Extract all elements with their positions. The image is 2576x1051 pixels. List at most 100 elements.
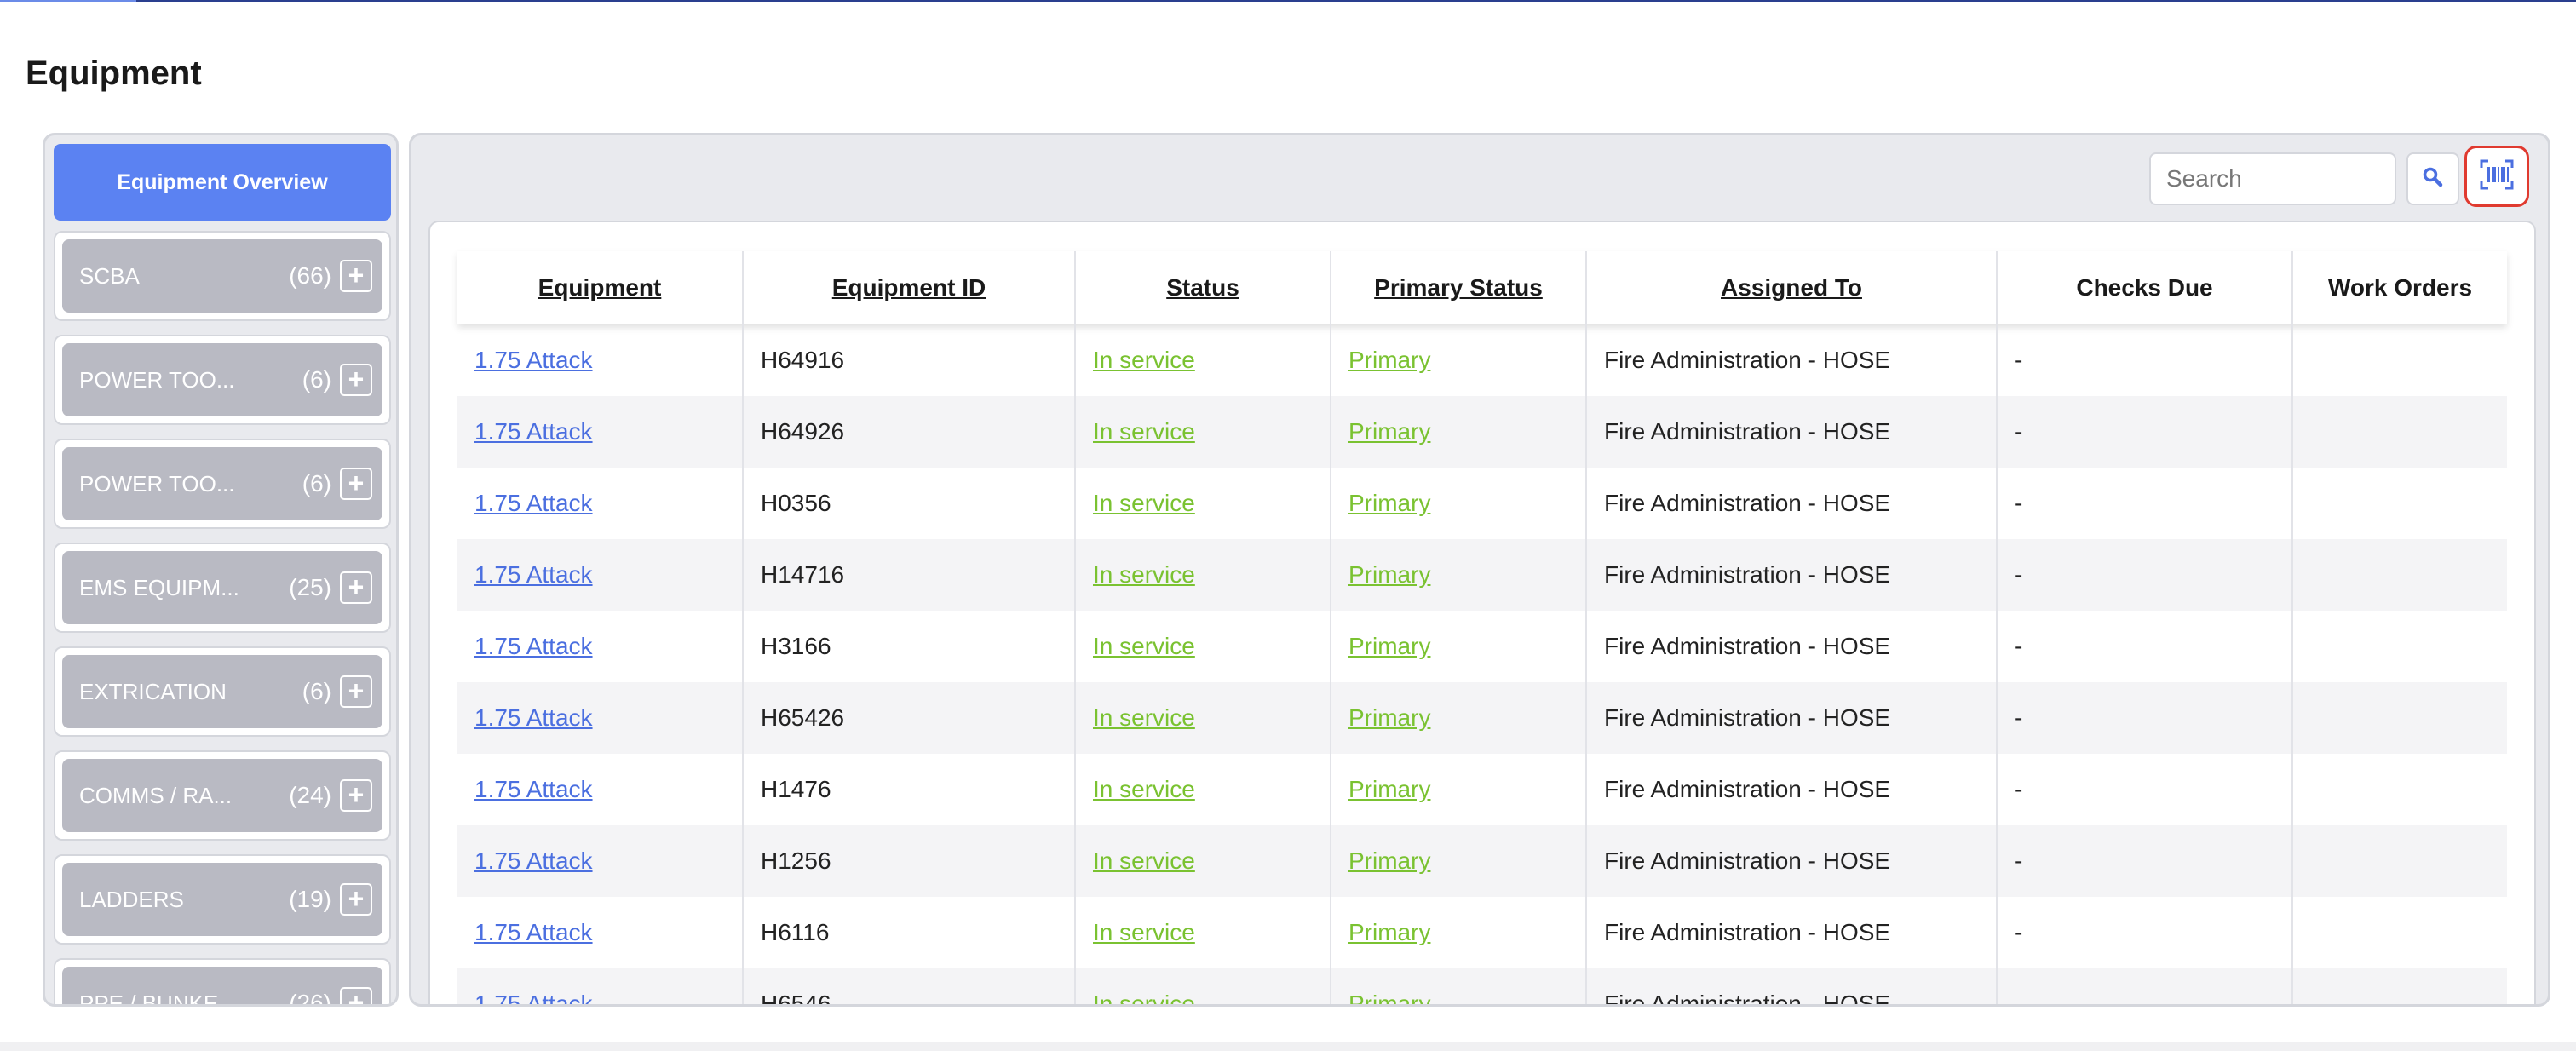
equipment-id-cell: H0356 bbox=[761, 490, 831, 516]
column-header-equipment[interactable]: Equipment bbox=[457, 251, 744, 324]
category-tile[interactable]: POWER TOO... (6) + bbox=[62, 343, 382, 416]
table-cell bbox=[2292, 825, 2507, 897]
category-card[interactable]: SCBA (66) + bbox=[54, 231, 391, 321]
equipment-link[interactable]: 1.75 Attack bbox=[474, 704, 593, 731]
primary-status-link[interactable]: Primary bbox=[1348, 919, 1430, 945]
category-card[interactable]: POWER TOO... (6) + bbox=[54, 335, 391, 425]
table-cell bbox=[2292, 968, 2507, 1004]
equipment-link[interactable]: 1.75 Attack bbox=[474, 633, 593, 659]
checks-due-cell: - bbox=[2015, 919, 2023, 945]
status-link[interactable]: In service bbox=[1093, 633, 1195, 659]
table-cell: Primary bbox=[1331, 539, 1587, 611]
search-input[interactable] bbox=[2149, 152, 2396, 205]
category-card[interactable]: COMMS / RA... (24) + bbox=[54, 750, 391, 841]
equipment-id-cell: H6116 bbox=[761, 919, 830, 945]
search-button[interactable] bbox=[2406, 152, 2459, 205]
equipment-link[interactable]: 1.75 Attack bbox=[474, 776, 593, 802]
equipment-link[interactable]: 1.75 Attack bbox=[474, 561, 593, 588]
category-card[interactable]: PPE / BUNKE... (26) + bbox=[54, 958, 391, 1004]
status-link[interactable]: In service bbox=[1093, 704, 1195, 731]
table-cell: In service bbox=[1075, 897, 1331, 968]
add-category-item-button[interactable]: + bbox=[340, 571, 372, 604]
table-row: 1.75 Attack H14716 In service Primary Fire A… bbox=[457, 539, 2507, 611]
table-cell: Primary bbox=[1331, 611, 1587, 682]
assigned-to-cell: Fire Administration - HOSE bbox=[1604, 418, 1891, 445]
category-card[interactable]: POWER TOO... (6) + bbox=[54, 439, 391, 529]
add-category-item-button[interactable]: + bbox=[340, 260, 372, 292]
primary-status-link[interactable]: Primary bbox=[1348, 776, 1430, 802]
primary-status-link[interactable]: Primary bbox=[1348, 418, 1430, 445]
primary-status-link[interactable]: Primary bbox=[1348, 561, 1430, 588]
table-cell: Primary bbox=[1331, 825, 1587, 897]
status-link[interactable]: In service bbox=[1093, 847, 1195, 874]
table-cell: Fire Administration - HOSE bbox=[1586, 324, 1998, 396]
table-cell: H64926 bbox=[743, 396, 1076, 468]
status-link[interactable]: In service bbox=[1093, 991, 1195, 1004]
table-cell: H3166 bbox=[743, 611, 1076, 682]
equipment-link[interactable]: 1.75 Attack bbox=[474, 991, 593, 1004]
checks-due-cell: - bbox=[2015, 490, 2023, 516]
category-count: (19) bbox=[289, 886, 331, 912]
primary-status-link[interactable]: Primary bbox=[1348, 490, 1430, 516]
primary-status-link[interactable]: Primary bbox=[1348, 633, 1430, 659]
equipment-id-cell: H65426 bbox=[761, 704, 845, 731]
category-count: (25) bbox=[289, 574, 331, 600]
table-cell: Primary bbox=[1331, 396, 1587, 468]
category-tile[interactable]: EMS EQUIPM... (25) + bbox=[62, 551, 382, 624]
table-cell: Fire Administration - HOSE bbox=[1586, 539, 1998, 611]
category-tile[interactable]: LADDERS (19) + bbox=[62, 863, 382, 936]
assigned-to-cell: Fire Administration - HOSE bbox=[1604, 490, 1891, 516]
status-link[interactable]: In service bbox=[1093, 776, 1195, 802]
equipment-link[interactable]: 1.75 Attack bbox=[474, 347, 593, 373]
equipment-link[interactable]: 1.75 Attack bbox=[474, 919, 593, 945]
equipment-link[interactable]: 1.75 Attack bbox=[474, 490, 593, 516]
equipment-id-cell: H1476 bbox=[761, 776, 831, 802]
equipment-overview-button[interactable]: Equipment Overview bbox=[54, 144, 391, 221]
status-link[interactable]: In service bbox=[1093, 418, 1195, 445]
category-tile[interactable]: SCBA (66) + bbox=[62, 239, 382, 313]
add-category-item-button[interactable]: + bbox=[340, 779, 372, 812]
table-cell: Fire Administration - HOSE bbox=[1586, 396, 1998, 468]
primary-status-link[interactable]: Primary bbox=[1348, 847, 1430, 874]
add-category-item-button[interactable]: + bbox=[340, 883, 372, 916]
primary-status-link[interactable]: Primary bbox=[1348, 991, 1430, 1004]
category-card[interactable]: LADDERS (19) + bbox=[54, 854, 391, 945]
table-cell: H14716 bbox=[743, 539, 1076, 611]
category-tile[interactable]: COMMS / RA... (24) + bbox=[62, 759, 382, 832]
checks-due-cell: - bbox=[2015, 347, 2023, 373]
bottom-strip bbox=[0, 1042, 2576, 1051]
status-link[interactable]: In service bbox=[1093, 919, 1195, 945]
status-link[interactable]: In service bbox=[1093, 347, 1195, 373]
add-category-item-button[interactable]: + bbox=[340, 675, 372, 708]
equipment-table-card: Equipment Equipment ID Status Primary St… bbox=[428, 221, 2536, 1004]
assigned-to-cell: Fire Administration - HOSE bbox=[1604, 776, 1891, 802]
column-header-primary-status[interactable]: Primary Status bbox=[1331, 251, 1587, 324]
status-link[interactable]: In service bbox=[1093, 561, 1195, 588]
table-cell bbox=[2292, 396, 2507, 468]
add-category-item-button[interactable]: + bbox=[340, 468, 372, 500]
category-count: (66) bbox=[289, 262, 331, 289]
category-tile[interactable]: EXTRICATION (6) + bbox=[62, 655, 382, 728]
equipment-link[interactable]: 1.75 Attack bbox=[474, 847, 593, 874]
add-category-item-button[interactable]: + bbox=[340, 364, 372, 396]
column-header-equipment-id[interactable]: Equipment ID bbox=[743, 251, 1076, 324]
equipment-link[interactable]: 1.75 Attack bbox=[474, 418, 593, 445]
category-tile[interactable]: PPE / BUNKE... (26) + bbox=[62, 967, 382, 1004]
category-card[interactable]: EMS EQUIPM... (25) + bbox=[54, 543, 391, 633]
table-cell: H65426 bbox=[743, 682, 1076, 754]
category-tile[interactable]: POWER TOO... (6) + bbox=[62, 447, 382, 520]
status-link[interactable]: In service bbox=[1093, 490, 1195, 516]
category-name: SCBA bbox=[79, 262, 140, 289]
primary-status-link[interactable]: Primary bbox=[1348, 704, 1430, 731]
checks-due-cell: - bbox=[2015, 633, 2023, 659]
table-cell: - bbox=[1997, 825, 2293, 897]
column-header-assigned-to[interactable]: Assigned To bbox=[1586, 251, 1998, 324]
table-cell: Primary bbox=[1331, 324, 1587, 396]
equipment-id-cell: H64916 bbox=[761, 347, 845, 373]
primary-status-link[interactable]: Primary bbox=[1348, 347, 1430, 373]
category-card[interactable]: EXTRICATION (6) + bbox=[54, 646, 391, 737]
add-category-item-button[interactable]: + bbox=[340, 987, 372, 1004]
checks-due-cell: - bbox=[2015, 704, 2023, 731]
column-header-status[interactable]: Status bbox=[1075, 251, 1331, 324]
barcode-scan-button[interactable] bbox=[2464, 146, 2529, 207]
